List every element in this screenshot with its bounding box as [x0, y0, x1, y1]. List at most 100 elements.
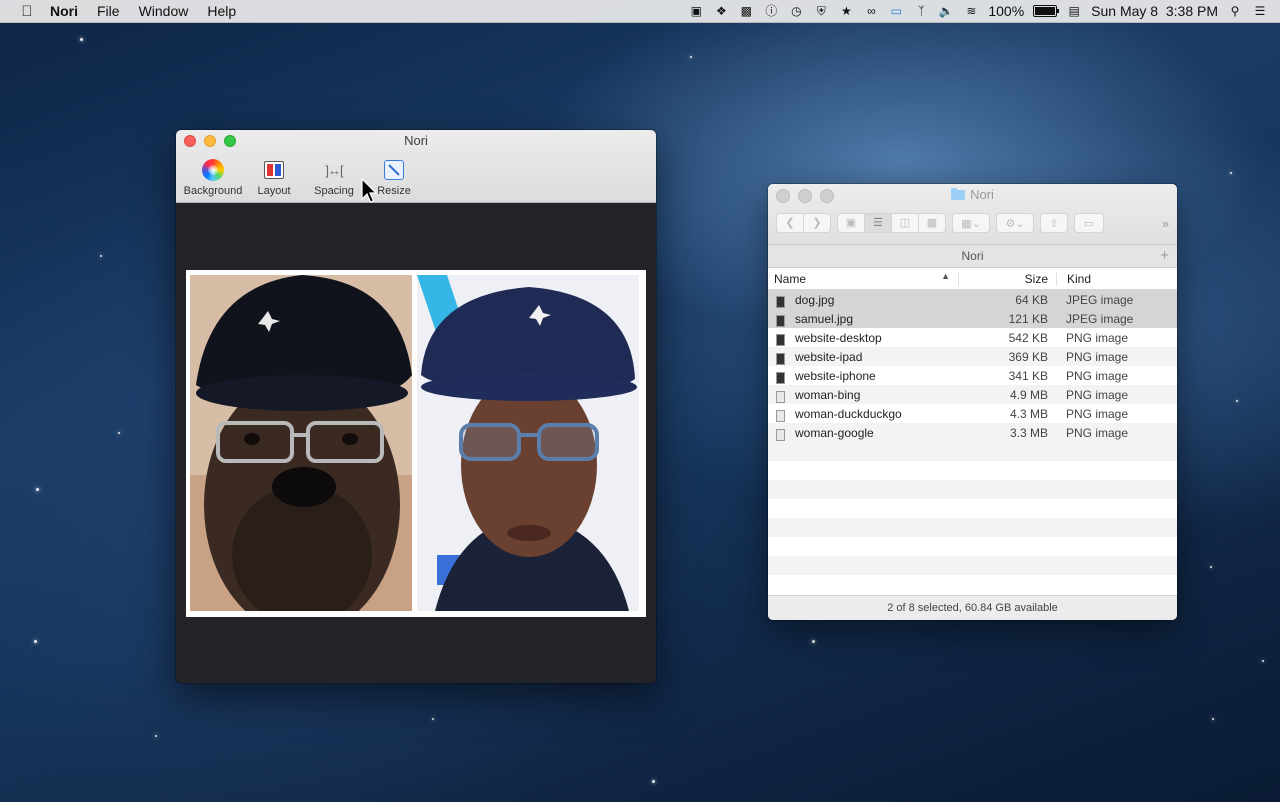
file-name: website-iphone [795, 368, 876, 383]
wifi-icon[interactable]: ≋ [963, 4, 979, 18]
file-size: 341 KB [1008, 368, 1048, 383]
file-size: 542 KB [1008, 330, 1048, 345]
menu-window[interactable]: Window [139, 3, 189, 19]
info-icon[interactable]: ⓘ [763, 4, 779, 18]
file-thumbnail-icon [776, 428, 785, 441]
collage-frame[interactable] [186, 270, 646, 617]
column-view-icon[interactable]: ◫ [892, 214, 919, 232]
file-name: samuel.jpg [795, 311, 854, 326]
file-kind: PNG image [1066, 330, 1129, 345]
column-name[interactable]: Name ▲ [768, 271, 958, 286]
file-kind: PNG image [1066, 425, 1129, 440]
nav-buttons: ❮ ❯ [776, 213, 831, 233]
color-wheel-icon [202, 159, 224, 181]
file-kind: PNG image [1066, 349, 1129, 364]
shield-icon[interactable]: ⛨ [813, 4, 829, 18]
airplay-icon[interactable]: ▭ [888, 4, 904, 18]
table-row[interactable]: dog.jpg 64 KB JPEG image [768, 290, 1177, 309]
column-kind[interactable]: Kind [1056, 271, 1177, 286]
menu-bar:  Nori File Window Help ▣ ❖ ▩ ⓘ ◷ ⛨ ★ ∞ … [0, 0, 1280, 23]
add-tab-icon[interactable]: + [1160, 245, 1169, 267]
file-kind: PNG image [1066, 368, 1129, 383]
file-size: 4.3 MB [1009, 406, 1048, 421]
file-name: woman-google [795, 425, 874, 440]
nori-titlebar[interactable]: Nori Background Layout ]↔[ Spacing Resiz… [176, 130, 656, 203]
table-row[interactable]: woman-bing 4.9 MB PNG image [768, 385, 1177, 404]
search-icon[interactable]: ⚲ [1227, 4, 1243, 18]
table-row[interactable]: samuel.jpg 121 KB JPEG image [768, 309, 1177, 328]
menu-help[interactable]: Help [207, 3, 236, 19]
action-gear-icon[interactable]: ⚙⌄ [996, 213, 1034, 233]
file-kind: JPEG image [1066, 311, 1134, 326]
dropbox-icon[interactable]: ❖ [713, 4, 729, 18]
mouse-cursor-icon [361, 178, 377, 203]
screen-record-icon[interactable]: ▣ [688, 4, 704, 18]
view-buttons: ▣ ☰ ◫ ▩ [837, 213, 946, 233]
menu-app-name[interactable]: Nori [50, 3, 78, 19]
column-headers: Name ▲ Size Kind [768, 268, 1177, 290]
glasses-icon[interactable]: ∞ [863, 4, 879, 18]
empty-list-area[interactable] [768, 442, 1177, 594]
path-bar: Nori + [768, 245, 1177, 268]
finder-toolbar: ❮ ❯ ▣ ☰ ◫ ▩ ▦⌄ ⚙⌄ ⇧ ▭ » [776, 212, 1169, 234]
tag-icon[interactable]: ▭ [1074, 213, 1104, 233]
file-thumbnail-icon [776, 295, 785, 308]
list-view-icon[interactable]: ☰ [865, 214, 892, 232]
forward-icon[interactable]: ❯ [804, 214, 830, 232]
arrange-button[interactable]: ▦⌄ [952, 213, 990, 233]
clock-icon[interactable]: ◷ [788, 4, 804, 18]
nori-toolbar: Background Layout ]↔[ Spacing Resize [182, 158, 424, 197]
calendar-icon[interactable]: ▤ [1066, 4, 1082, 18]
dog-photo[interactable] [190, 275, 412, 611]
layout-label: Layout [257, 185, 291, 197]
file-kind: PNG image [1066, 406, 1129, 421]
file-list: dog.jpg 64 KB JPEG image samuel.jpg 121 … [768, 290, 1177, 442]
app-status-icon[interactable]: ▩ [738, 4, 754, 18]
file-thumbnail-icon [776, 314, 785, 327]
canvas-area[interactable] [176, 203, 656, 683]
stars-icon[interactable]: ★ [838, 4, 854, 18]
background-button[interactable]: Background [182, 158, 244, 197]
bluetooth-icon[interactable]: ᛉ [913, 4, 929, 18]
finder-window: Nori ❮ ❯ ▣ ☰ ◫ ▩ ▦⌄ ⚙⌄ ⇧ ▭ » Nori + Name… [768, 184, 1177, 620]
spacing-icon: ]↔[ [325, 162, 343, 178]
path-label: Nori [961, 249, 984, 263]
table-row[interactable]: website-ipad 369 KB PNG image [768, 347, 1177, 366]
notification-center-icon[interactable]: ☰ [1252, 4, 1268, 18]
battery-icon[interactable] [1033, 5, 1060, 17]
column-size[interactable]: Size [958, 271, 1056, 286]
battery-percent[interactable]: 100% [988, 3, 1024, 19]
share-icon[interactable]: ⇧ [1040, 213, 1068, 233]
table-row[interactable]: woman-duckduckgo 4.3 MB PNG image [768, 404, 1177, 423]
apple-menu-icon[interactable]:  [18, 3, 36, 20]
file-thumbnail-icon [776, 409, 785, 422]
file-name: website-desktop [795, 330, 882, 345]
back-icon[interactable]: ❮ [777, 214, 804, 232]
file-size: 64 KB [1015, 292, 1048, 307]
menu-file[interactable]: File [97, 3, 120, 19]
table-row[interactable]: website-iphone 341 KB PNG image [768, 366, 1177, 385]
file-thumbnail-icon [776, 352, 785, 365]
table-row[interactable]: woman-google 3.3 MB PNG image [768, 423, 1177, 442]
spacing-button[interactable]: ]↔[ Spacing [304, 158, 364, 198]
resize-label: Resize [377, 185, 411, 197]
resize-icon [384, 160, 404, 180]
file-kind: JPEG image [1066, 292, 1134, 307]
table-row[interactable]: website-desktop 542 KB PNG image [768, 328, 1177, 347]
file-name: woman-duckduckgo [795, 406, 902, 421]
volume-icon[interactable]: 🔈 [938, 4, 954, 18]
menu-clock[interactable]: Sun May 8 3:38 PM [1091, 3, 1218, 19]
file-thumbnail-icon [776, 371, 785, 384]
icon-view-icon[interactable]: ▣ [838, 214, 865, 232]
samuel-photo[interactable] [417, 275, 639, 611]
file-size: 3.3 MB [1009, 425, 1048, 440]
file-thumbnail-icon [776, 390, 785, 403]
toolbar-overflow-icon[interactable]: » [1162, 216, 1169, 231]
finder-title: Nori [768, 187, 1177, 202]
finder-status-bar: 2 of 8 selected, 60.84 GB available [768, 595, 1177, 620]
layout-button[interactable]: Layout [244, 158, 304, 197]
file-size: 369 KB [1008, 349, 1048, 364]
finder-titlebar[interactable]: Nori ❮ ❯ ▣ ☰ ◫ ▩ ▦⌄ ⚙⌄ ⇧ ▭ » [768, 184, 1177, 245]
background-label: Background [183, 185, 243, 197]
coverflow-view-icon[interactable]: ▩ [919, 214, 945, 232]
